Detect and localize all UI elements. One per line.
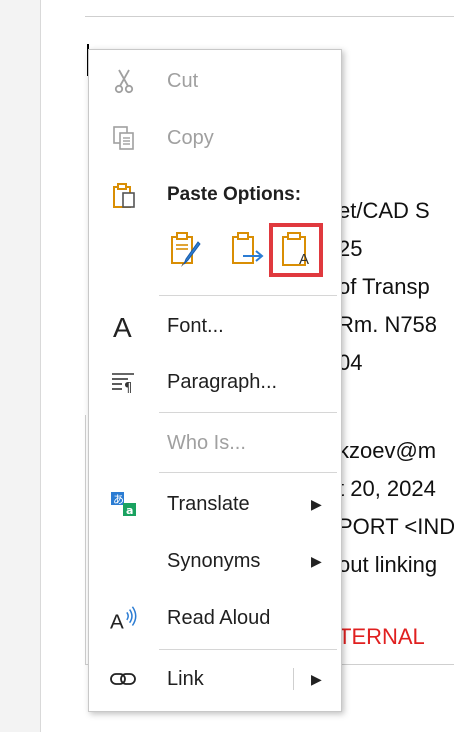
doc-text-line: of Transp [338,274,430,299]
who-is-menu-item[interactable]: Who Is... [89,420,341,466]
read-aloud-menu-item[interactable]: A Read Aloud [89,595,341,641]
cut-label: Cut [167,69,199,92]
menu-separator [159,472,337,473]
svg-text:A: A [113,312,132,340]
menu-separator [159,649,337,650]
svg-text:A: A [299,251,309,268]
paragraph-label: Paragraph... [167,370,278,393]
copy-menu-item[interactable]: Copy [89,115,341,161]
svg-text:¶: ¶ [124,381,132,395]
cut-menu-item[interactable]: Cut [89,58,341,104]
doc-text-line: t 20, 2024 [338,476,436,501]
doc-text-line: kzoev@m [338,438,437,463]
split-button-divider [293,668,294,690]
translate-menu-item[interactable]: あ a Translate ▶ [89,481,341,527]
table-border-left [85,415,86,665]
link-label: Link [167,667,204,690]
link-icon [109,664,139,694]
doc-text-line: et/CAD S [338,198,430,223]
paste-text-only-icon: A [282,232,309,268]
paragraph-menu-item[interactable]: ¶ Paragraph... [89,359,341,405]
paste-options-label: Paste Options: [167,184,302,205]
paste-keep-text-only-button[interactable]: A [269,223,323,277]
svg-text:あ: あ [113,493,124,506]
synonyms-label: Synonyms [167,549,261,572]
copy-icon [109,123,139,153]
submenu-arrow-icon[interactable]: ▶ [311,671,322,688]
doc-text-line: out linking [338,552,438,577]
context-menu: Cut Copy Paste Options: A A Font... ¶ Pa… [88,49,342,712]
table-border-top [85,0,454,17]
paste-merge-icon [232,232,264,264]
font-icon: A [109,311,139,341]
paste-format-brush-icon [171,232,201,267]
submenu-arrow-icon: ▶ [311,495,322,512]
submenu-arrow-icon: ▶ [311,552,322,569]
scissors-icon [109,66,139,96]
paste-keep-source-formatting-button[interactable] [163,227,209,273]
translate-icon: あ a [109,489,139,519]
translate-label: Translate [167,492,250,515]
copy-label: Copy [167,126,214,149]
svg-text:a: a [126,504,133,517]
doc-text-line-warning: TERNAL [338,624,425,649]
svg-text:A: A [110,610,124,632]
paste-merge-formatting-button[interactable] [225,227,271,273]
clipboard-icon [109,181,139,211]
doc-text-line: PORT <IND [338,514,454,539]
menu-separator [159,295,337,296]
read-aloud-label: Read Aloud [167,606,271,629]
doc-text-line: Rm. N758 [338,312,438,337]
who-is-label: Who Is... [167,431,246,454]
synonyms-menu-item[interactable]: Synonyms ▶ [89,538,341,584]
font-menu-item[interactable]: A Font... [89,303,341,349]
paragraph-icon: ¶ [109,367,139,397]
menu-separator [159,412,337,413]
read-aloud-icon: A [109,603,139,633]
link-menu-item[interactable]: Link ▶ [89,656,341,702]
font-label: Font... [167,314,224,337]
